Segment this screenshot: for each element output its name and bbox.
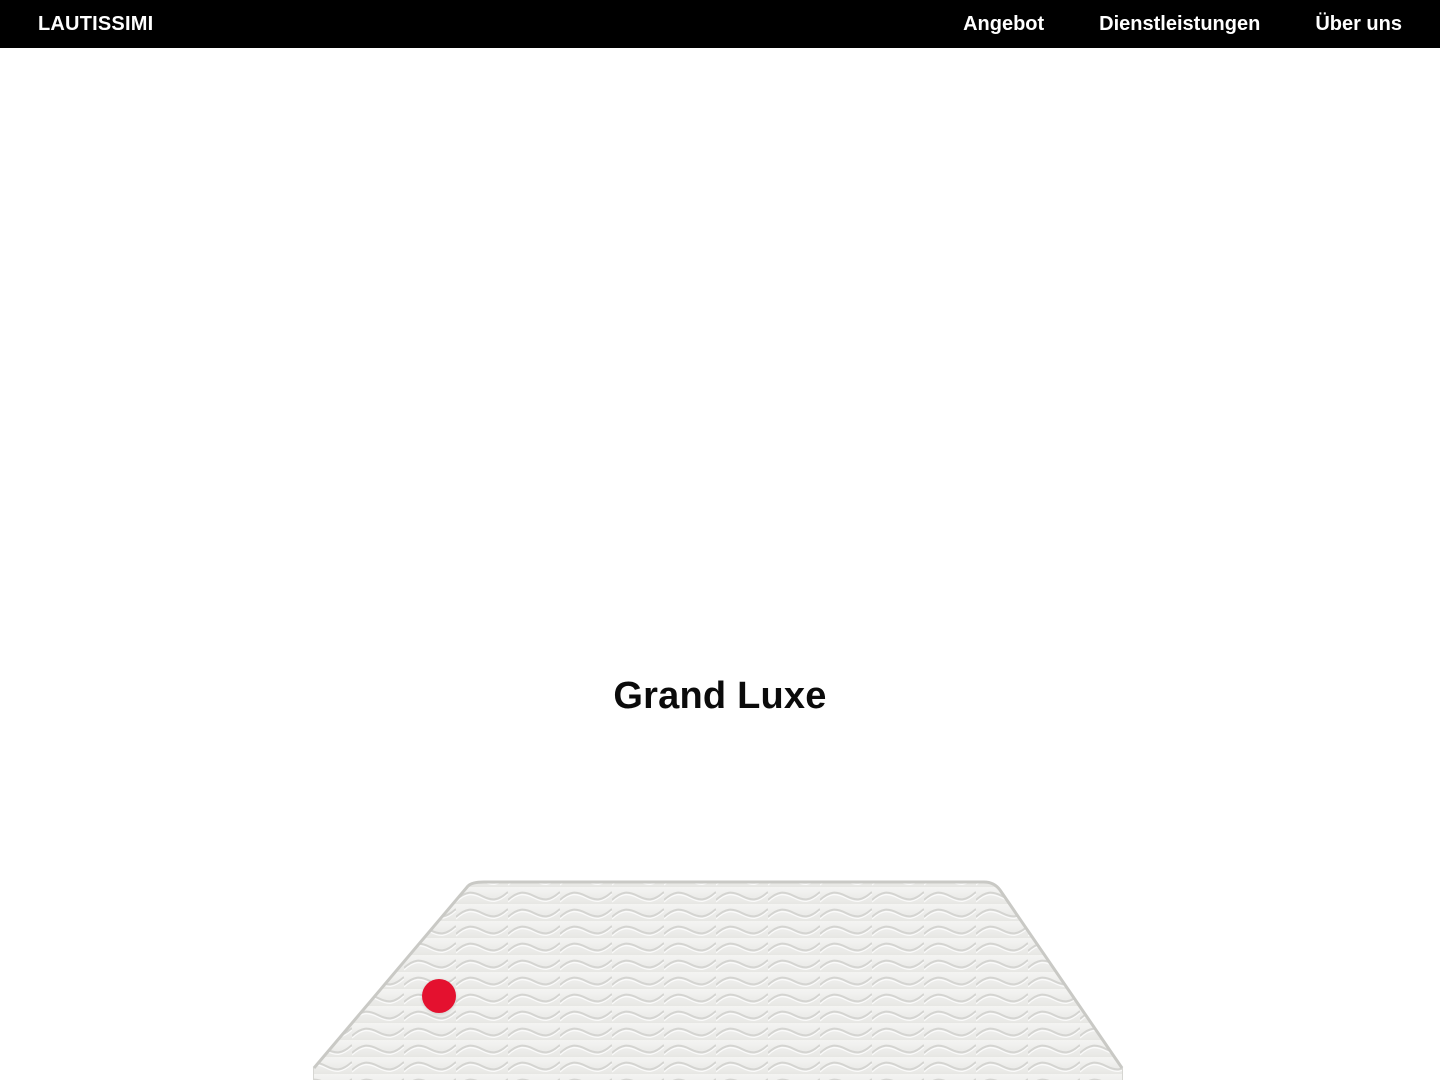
top-navigation-bar: LAUTISSIMI Angebot Dienstleistungen Über… (0, 0, 1440, 48)
product-title: Grand Luxe (613, 675, 827, 717)
nav-link-dienstleistungen[interactable]: Dienstleistungen (1099, 0, 1260, 48)
nav-link-ueber-uns[interactable]: Über uns (1315, 0, 1402, 48)
product-hotspot[interactable] (422, 979, 456, 1013)
mattress-image (300, 870, 1140, 1080)
main-nav: Angebot Dienstleistungen Über uns (963, 0, 1402, 48)
brand-logo[interactable]: LAUTISSIMI (38, 0, 153, 48)
nav-link-angebot[interactable]: Angebot (963, 0, 1044, 48)
